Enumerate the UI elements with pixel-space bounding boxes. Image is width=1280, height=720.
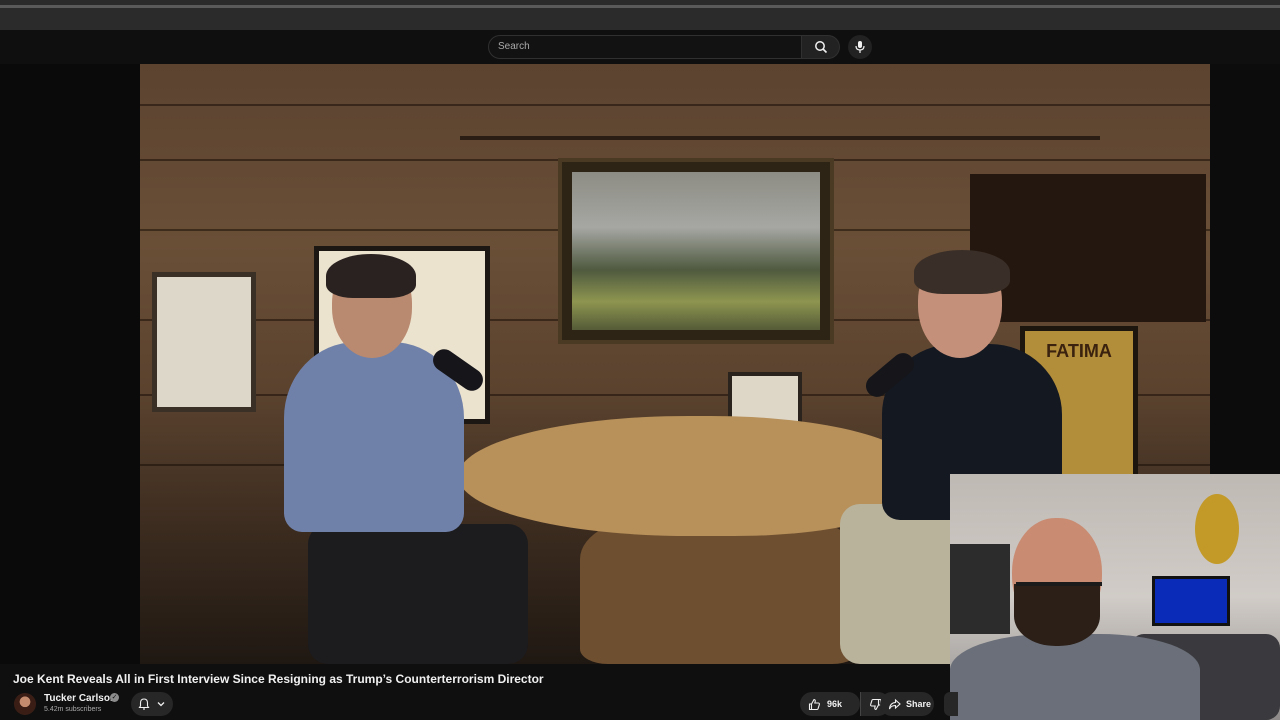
video-title: Joe Kent Reveals All in First Interview … xyxy=(13,672,544,686)
channel-name[interactable]: Tucker Carlson xyxy=(44,693,116,704)
webcam-shelf xyxy=(950,544,1010,634)
guest-figure xyxy=(284,254,528,664)
bell-icon xyxy=(138,698,150,710)
host-hair xyxy=(914,250,1010,294)
share-button[interactable]: Share xyxy=(880,692,934,716)
channel-avatar[interactable] xyxy=(14,693,36,715)
top-divider xyxy=(0,5,1280,8)
thumbs-up-icon xyxy=(808,698,820,710)
search-input[interactable]: Search xyxy=(488,35,802,59)
curtain-rod xyxy=(460,136,1100,140)
guest-hair xyxy=(326,254,416,298)
mountain-painting xyxy=(558,158,834,344)
framed-document xyxy=(152,272,256,412)
share-icon xyxy=(888,698,901,709)
guest-pants xyxy=(308,524,528,664)
webcam-overlay xyxy=(950,474,1280,720)
more-actions-button[interactable] xyxy=(944,692,958,716)
voice-search-button[interactable] xyxy=(848,35,872,59)
guest-shirt xyxy=(284,342,464,532)
webcam-tv xyxy=(1152,576,1230,626)
webcam-balloon xyxy=(1195,494,1239,564)
channel-row: Tucker Carlson ✓ 5.42m subscribers 96k S… xyxy=(14,690,958,718)
streamer-hoodie xyxy=(950,634,1200,720)
search-icon xyxy=(814,41,827,54)
masthead: Search xyxy=(0,30,1280,64)
share-label: Share xyxy=(906,699,932,709)
notification-button[interactable] xyxy=(131,692,173,716)
like-count: 96k xyxy=(827,699,843,709)
wood-plank-line xyxy=(140,104,1210,106)
subscriber-count: 5.42m subscribers xyxy=(44,706,102,713)
verified-check-icon: ✓ xyxy=(110,693,119,702)
browser-top-strip xyxy=(0,0,1280,30)
player-left-shadow xyxy=(0,64,140,664)
mic-icon xyxy=(855,41,865,53)
search-button[interactable] xyxy=(802,35,840,59)
streamer-glasses xyxy=(1016,566,1102,586)
painting-canvas xyxy=(572,172,820,330)
streamer-beard xyxy=(1014,584,1100,646)
chevron-down-icon xyxy=(157,702,165,707)
like-button[interactable]: 96k xyxy=(800,692,860,716)
table-base xyxy=(580,514,860,664)
